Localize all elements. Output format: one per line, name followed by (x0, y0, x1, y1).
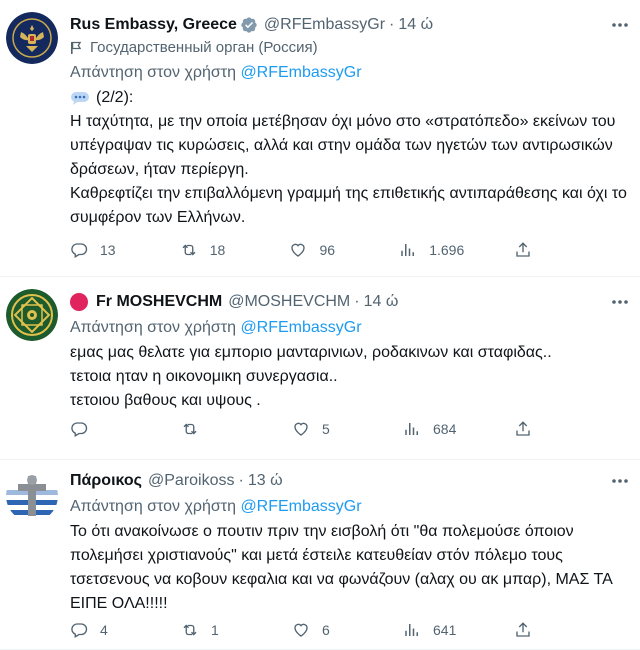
separator-dot: · (238, 472, 244, 489)
views-chart-icon (405, 624, 418, 636)
retweet-count: 1 (211, 622, 219, 638)
verified-badge-icon (241, 17, 257, 33)
retweet-icon (183, 624, 197, 636)
reply-count: 4 (100, 622, 108, 638)
ornament-avatar-icon (6, 289, 58, 341)
tweet-actions: 13 18 96 1.696 (70, 240, 544, 260)
tweet[interactable]: Fr MOSHEVCHM @MOSHEVCHM · 14 ώ Απάντηση … (0, 277, 640, 460)
like-button[interactable]: 96 (289, 241, 349, 259)
reply-mention-link[interactable]: @RFEmbassyGr (240, 498, 361, 515)
reply-prefix: Απάντηση στον χρήστη (70, 498, 236, 515)
state-affiliation-label: Государственный орган (Россия) (70, 38, 630, 58)
reply-icon (71, 243, 88, 258)
views-chart-icon (401, 244, 415, 256)
share-icon (516, 242, 530, 257)
heart-icon (294, 623, 308, 637)
greek-flag-cross-avatar-icon (6, 470, 58, 522)
reply-context: Απάντηση στον χρήστη @RFEmbassyGr (70, 62, 630, 84)
reply-button[interactable] (70, 420, 130, 438)
flag-icon (71, 41, 82, 54)
like-button[interactable]: 5 (292, 420, 352, 438)
share-icon (516, 421, 530, 436)
reply-icon (71, 422, 88, 437)
more-options-icon[interactable] (610, 16, 630, 34)
tweet-text-lead: (2/2): (96, 89, 134, 106)
share-button[interactable] (514, 621, 544, 639)
like-button[interactable]: 6 (292, 621, 352, 639)
views-button[interactable]: 684 (403, 420, 463, 438)
reply-prefix: Απάντηση στον χρήστη (70, 319, 236, 336)
avatar[interactable] (6, 12, 58, 64)
timestamp[interactable]: 13 ώ (248, 470, 283, 492)
display-name[interactable]: Fr MOSHEVCHM (96, 291, 222, 313)
tweet-text: Το ότι ανακοίνωσε ο πουτιν πριν την εισβ… (70, 523, 612, 612)
reply-button[interactable]: 13 (70, 241, 130, 259)
tweet-actions: 4 1 6 641 (70, 620, 544, 640)
like-count: 5 (322, 421, 330, 437)
timestamp[interactable]: 14 ώ (364, 291, 399, 313)
view-count: 1.696 (429, 242, 465, 258)
user-handle[interactable]: @Paroikoss (148, 470, 235, 492)
retweet-icon (183, 423, 197, 435)
heart-icon (291, 243, 306, 257)
more-options-icon[interactable] (610, 293, 630, 311)
retweet-count: 18 (209, 242, 226, 258)
views-button[interactable]: 641 (403, 621, 463, 639)
embassy-emblem-icon (6, 12, 58, 64)
more-options-icon[interactable] (610, 472, 630, 490)
retweet-button[interactable]: 18 (180, 241, 240, 259)
avatar[interactable] (6, 470, 58, 522)
tweet[interactable]: Rus Embassy, Greece @RFEmbassyGr · 14 ώ … (0, 0, 640, 277)
reply-context: Απάντηση στον χρήστη @RFEmbassyGr (70, 496, 630, 518)
view-count: 641 (433, 622, 457, 638)
like-count: 96 (319, 242, 336, 258)
share-icon (516, 622, 530, 637)
retweet-button[interactable]: 1 (181, 621, 241, 639)
affiliation-text: Государственный орган (Россия) (90, 39, 318, 56)
tweet[interactable]: Πάροικος @Paroikoss · 13 ώ Απάντηση στον… (0, 460, 640, 650)
tweet-text: εμας μας θελατε για εμποριο μανταρινιων,… (70, 344, 552, 409)
views-button[interactable]: 1.696 (399, 241, 464, 259)
speech-bubble-icon (71, 91, 89, 105)
retweet-icon (182, 244, 196, 256)
reply-icon (71, 623, 88, 638)
tweet-actions: 5 684 (70, 419, 544, 439)
tweet-text: (2/2): Η ταχύτητα, με την οποία μετέβησα… (70, 86, 630, 230)
reply-prefix: Απάντηση στον χρήστη (70, 64, 236, 81)
user-handle[interactable]: @MOSHEVCHM (228, 291, 350, 313)
reply-mention-link[interactable]: @RFEmbassyGr (240, 64, 361, 81)
views-chart-icon (405, 423, 418, 435)
red-circle-icon (70, 293, 88, 311)
reply-context: Απάντηση στον χρήστη @RFEmbassyGr (70, 317, 630, 339)
share-button[interactable] (514, 241, 544, 259)
share-button[interactable] (514, 420, 544, 438)
reply-mention-link[interactable]: @RFEmbassyGr (240, 319, 361, 336)
reply-count: 13 (100, 242, 116, 258)
heart-icon (294, 422, 308, 436)
user-handle[interactable]: @RFEmbassyGr (264, 14, 385, 36)
display-name[interactable]: Πάροικος (70, 470, 142, 492)
display-name[interactable]: Rus Embassy, Greece (70, 14, 237, 36)
avatar[interactable] (6, 289, 58, 341)
timestamp[interactable]: 14 ώ (398, 14, 433, 36)
like-count: 6 (322, 622, 330, 638)
separator-dot: · (354, 293, 360, 310)
view-count: 684 (433, 421, 457, 437)
retweet-button[interactable] (181, 420, 241, 438)
tweet-text-body: Η ταχύτητα, με την οποία μετέβησαν όχι μ… (70, 113, 627, 226)
separator-dot: · (389, 16, 395, 33)
reply-button[interactable]: 4 (70, 621, 130, 639)
